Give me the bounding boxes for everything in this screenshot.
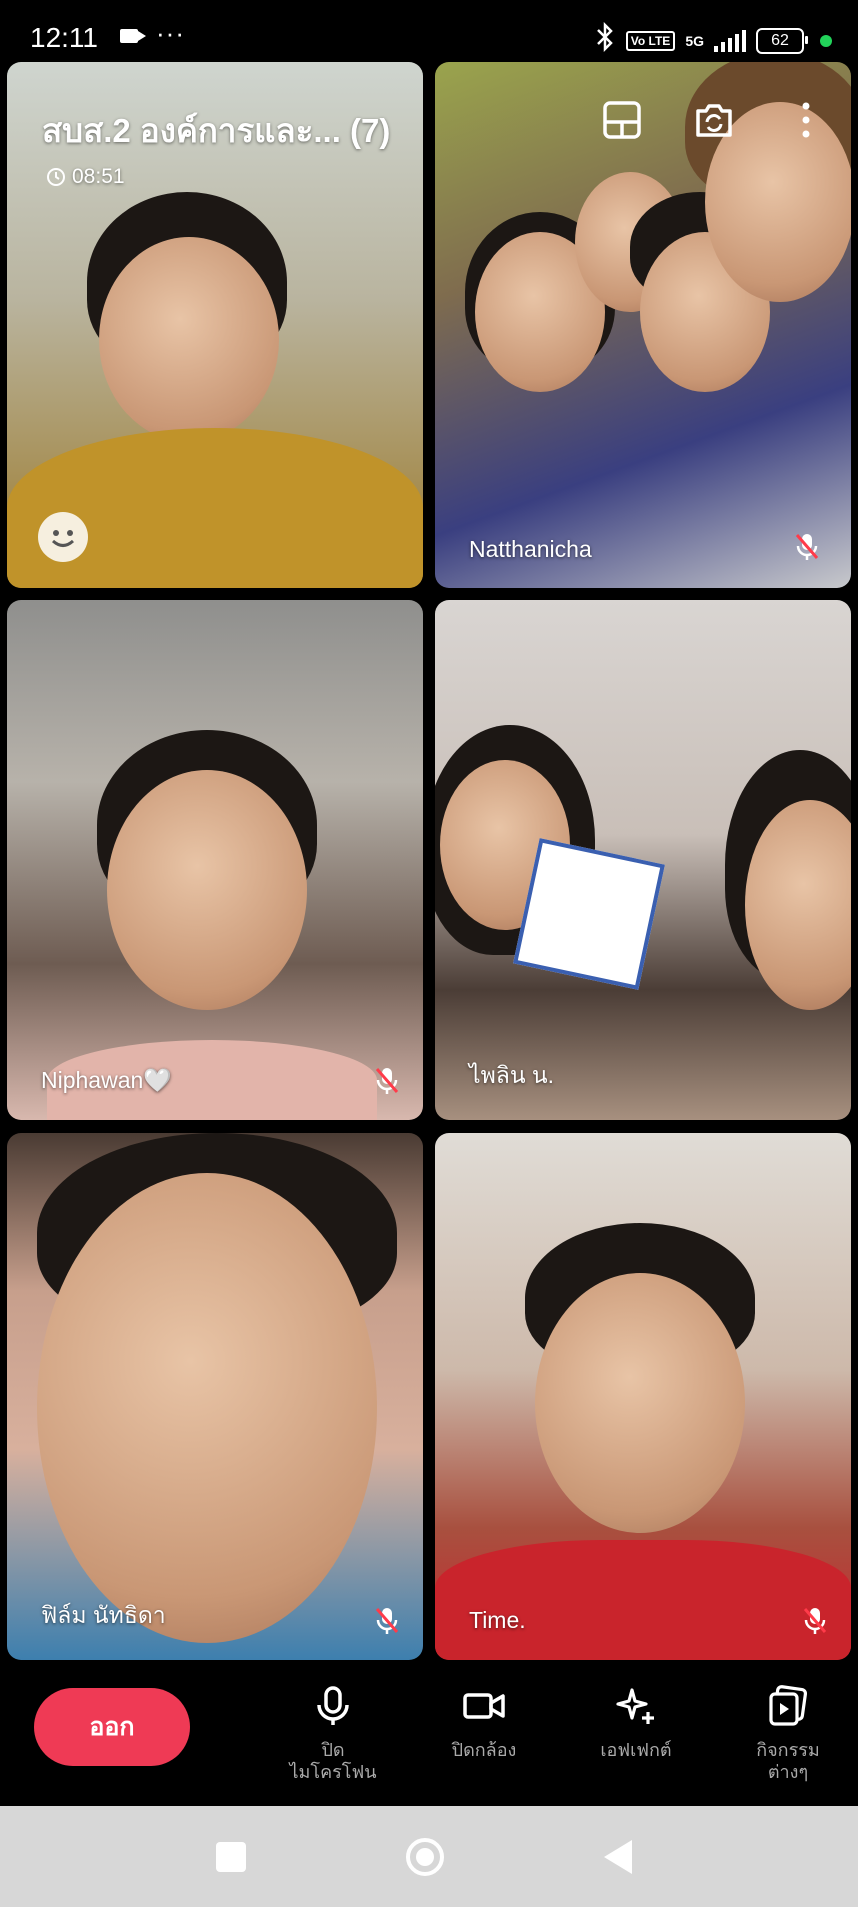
sparkle-icon: [616, 1688, 654, 1724]
call-title: สบส.2 องค์การและ... (7): [42, 112, 391, 149]
leave-call-button[interactable]: ออก: [34, 1688, 190, 1766]
participant-name-5: ฟิล์ม นัทธิดา: [41, 1602, 166, 1628]
switch-camera-icon[interactable]: [692, 98, 736, 142]
mute-mic-button[interactable]: ปิด ไมโครโฟน: [268, 1684, 398, 1783]
mic-label-line1: ปิด: [321, 1740, 345, 1760]
participant-name-6: Time.: [469, 1607, 526, 1633]
participant-name-4: ไพลิน น.: [469, 1062, 555, 1088]
home-button[interactable]: [406, 1838, 444, 1876]
participant-body: [435, 1540, 851, 1660]
participant-tile-3[interactable]: Niphawan🤍: [7, 600, 423, 1120]
back-button[interactable]: [604, 1840, 632, 1874]
battery-level: 62: [771, 31, 789, 49]
clock-icon: [47, 168, 65, 186]
participant-face: [535, 1273, 745, 1533]
call-duration-text: 08:51: [72, 165, 125, 188]
mic-muted-icon: [375, 1608, 399, 1634]
participant-tile-6[interactable]: Time.: [435, 1133, 851, 1660]
status-overflow: ···: [156, 18, 185, 48]
call-duration: 08:51: [46, 165, 125, 189]
participant-face: [37, 1173, 377, 1643]
bluetooth-icon: [594, 21, 616, 59]
volte-badge: Vo LTE: [625, 30, 676, 51]
status-bar: 12:11 ··· Vo LTE 5G 62: [0, 0, 858, 62]
camera-off-button[interactable]: ปิดกล้อง: [419, 1684, 549, 1761]
mic-muted-icon: [803, 1608, 827, 1634]
participant-face: [99, 237, 279, 442]
mic-muted-icon: [795, 534, 819, 560]
participant-name-2: Natthanicha: [469, 536, 592, 562]
network-type: 5G: [685, 32, 704, 49]
video-camera-icon: [463, 1693, 505, 1719]
mic-privacy-dot-icon: [820, 34, 832, 47]
participant-name-3: Niphawan🤍: [41, 1067, 172, 1093]
activities-button[interactable]: กิจกรรม ต่างๆ: [723, 1684, 853, 1783]
camera-label: ปิดกล้อง: [451, 1740, 517, 1760]
participant-tile-4[interactable]: ไพลิน น.: [435, 600, 851, 1120]
participant-face: [107, 770, 307, 1010]
participant-body: [7, 428, 423, 588]
mic-muted-icon: [375, 1068, 399, 1094]
microphone-icon: [317, 1686, 349, 1725]
call-control-bar: ออก ปิด ไมโครโฟน ปิดกล้อง เอฟเฟกต์ กิจกรร…: [0, 1660, 858, 1806]
wall-poster: [513, 838, 665, 990]
layout-icon[interactable]: [600, 98, 644, 142]
activities-label-line2: ต่างๆ: [767, 1762, 809, 1782]
status-icons: Vo LTE 5G 62: [594, 21, 832, 59]
effects-button[interactable]: เอฟเฟกต์: [571, 1684, 701, 1761]
more-icon[interactable]: [784, 98, 828, 142]
effects-label: เอฟเฟกต์: [600, 1740, 672, 1760]
video-camera-icon: [120, 29, 146, 43]
call-top-icons: [600, 98, 828, 142]
activities-label-line1: กิจกรรม: [756, 1740, 820, 1760]
activities-icon: [769, 1685, 808, 1726]
battery-icon: 62: [756, 27, 808, 54]
emoji-icon[interactable]: [38, 512, 88, 562]
recents-button[interactable]: [216, 1842, 246, 1872]
signal-icon: [714, 29, 746, 52]
mic-label-line2: ไมโครโฟน: [289, 1762, 377, 1782]
participant-tile-5[interactable]: ฟิล์ม นัทธิดา: [7, 1133, 423, 1660]
status-time: 12:11: [30, 22, 98, 53]
